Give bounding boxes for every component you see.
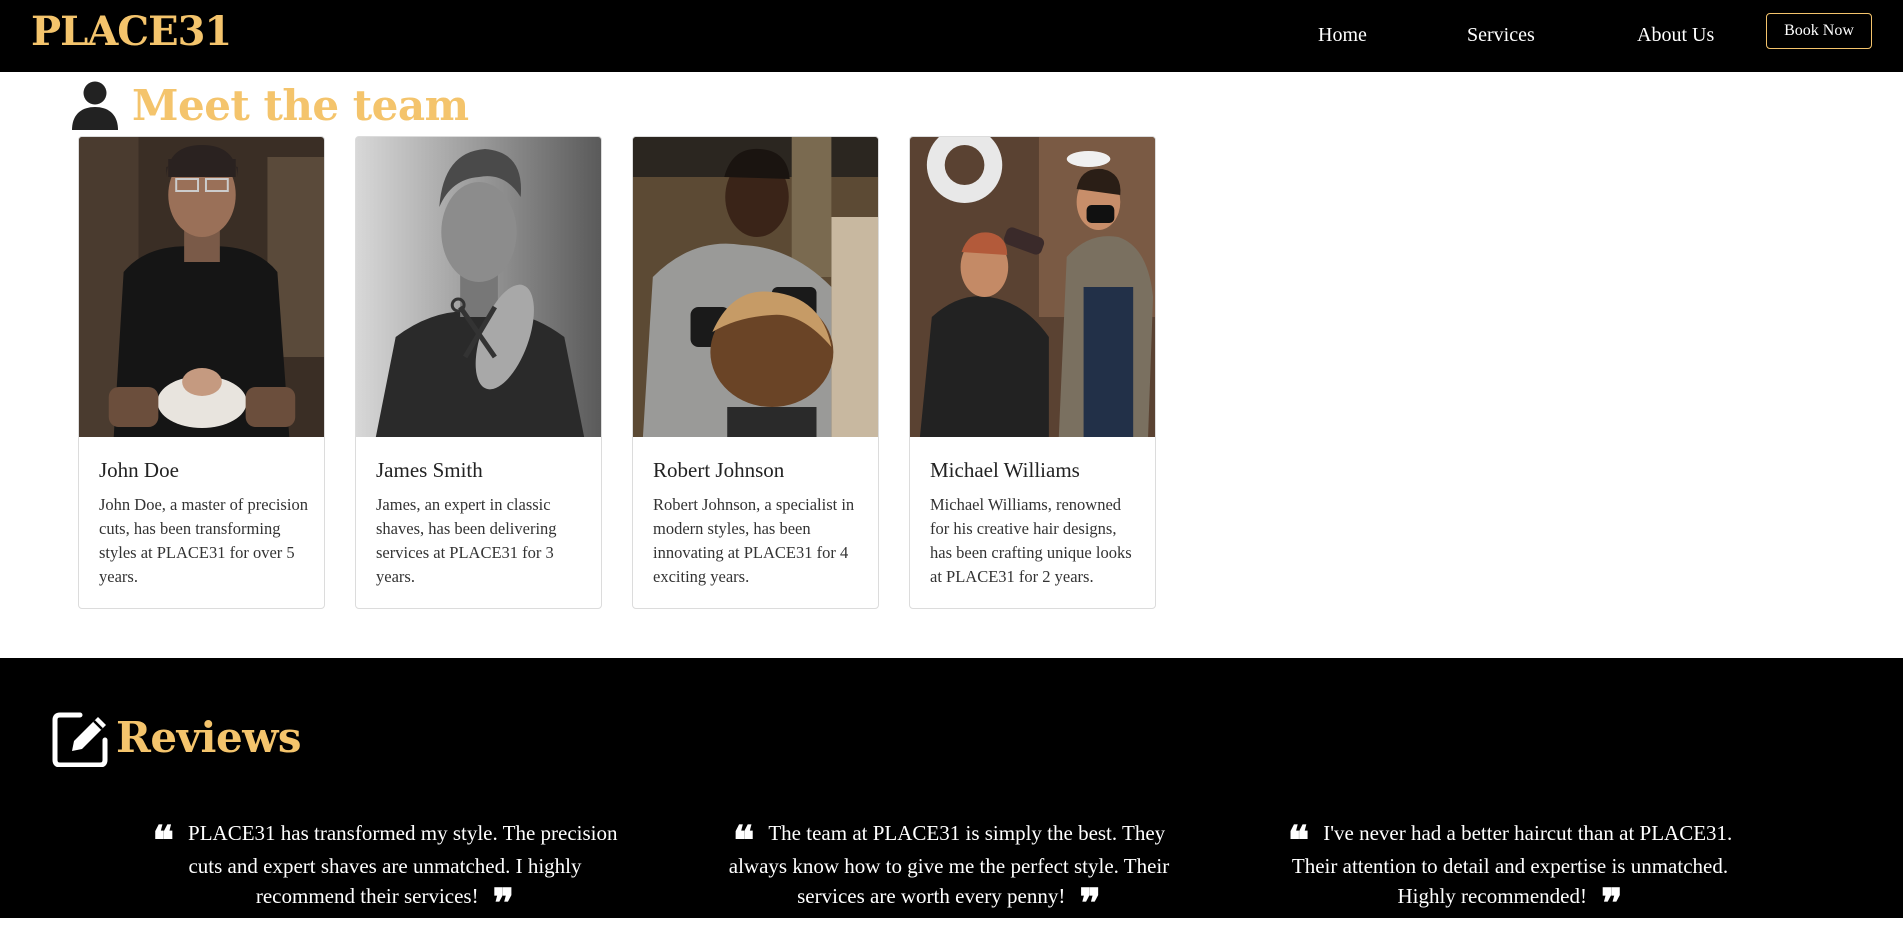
team-card-john-doe: John Doe John Doe, a master of precision… (78, 136, 325, 609)
team-member-bio: Robert Johnson, a specialist in modern s… (653, 495, 855, 586)
team-member-bio: James, an expert in classic shaves, has … (376, 495, 557, 586)
review-text: The team at PLACE31 is simply the best. … (728, 821, 1170, 908)
quote-open-icon: ❝ (152, 817, 175, 864)
reviews-section: Reviews ❝ PLACE31 has transformed my styl… (0, 658, 1903, 927)
team-heading: Meet the team (70, 76, 469, 134)
john-doe-photo (79, 137, 324, 437)
review-item: ❝ PLACE31 has transformed my style. The p… (150, 817, 620, 927)
navbar: PLACE31 Home Services About Us Book Now (0, 0, 1903, 72)
robert-johnson-photo (633, 137, 878, 437)
quote-close-icon: ❞ (1601, 880, 1623, 927)
review-item: ❝ The team at PLACE31 is simply the best.… (714, 817, 1184, 927)
team-member-name: Michael Williams (930, 458, 1080, 482)
quote-close-icon: ❞ (1079, 880, 1101, 927)
team-card-michael-williams: Michael Williams Michael Williams, renow… (909, 136, 1156, 609)
book-now-button[interactable]: Book Now (1766, 13, 1872, 49)
team-member-name: John Doe (99, 458, 179, 482)
team-card-robert-johnson: Robert Johnson Robert Johnson, a special… (632, 136, 879, 609)
review-text: I've never had a better haircut than at … (1291, 821, 1733, 908)
team-title: Meet the team (132, 80, 469, 130)
reviews-heading: Reviews (50, 707, 302, 767)
person-icon (72, 81, 118, 130)
nav-home[interactable]: Home (1318, 24, 1367, 47)
nav-services[interactable]: Services (1467, 24, 1535, 47)
michael-williams-photo (910, 137, 1155, 437)
review-item: ❝ I've never had a better haircut than at… (1275, 817, 1745, 927)
team-member-name: James Smith (376, 458, 483, 482)
team-member-bio: Michael Williams, renowned for his creat… (930, 495, 1132, 586)
brand-logo[interactable]: PLACE31 (31, 8, 232, 55)
quote-close-icon: ❞ (492, 880, 515, 927)
review-text: PLACE31 has transformed my style. The pr… (188, 821, 618, 908)
quote-open-icon: ❝ (1287, 817, 1310, 864)
edit-icon (52, 712, 108, 767)
team-member-name: Robert Johnson (653, 458, 785, 482)
quote-open-icon: ❝ (732, 817, 755, 864)
james-smith-photo (356, 137, 601, 437)
team-card-james-smith: James Smith James, an expert in classic … (355, 136, 602, 609)
nav-about-us[interactable]: About Us (1637, 24, 1714, 47)
team-member-bio: John Doe, a master of precision cuts, ha… (99, 495, 308, 586)
reviews-title: Reviews (116, 712, 302, 762)
